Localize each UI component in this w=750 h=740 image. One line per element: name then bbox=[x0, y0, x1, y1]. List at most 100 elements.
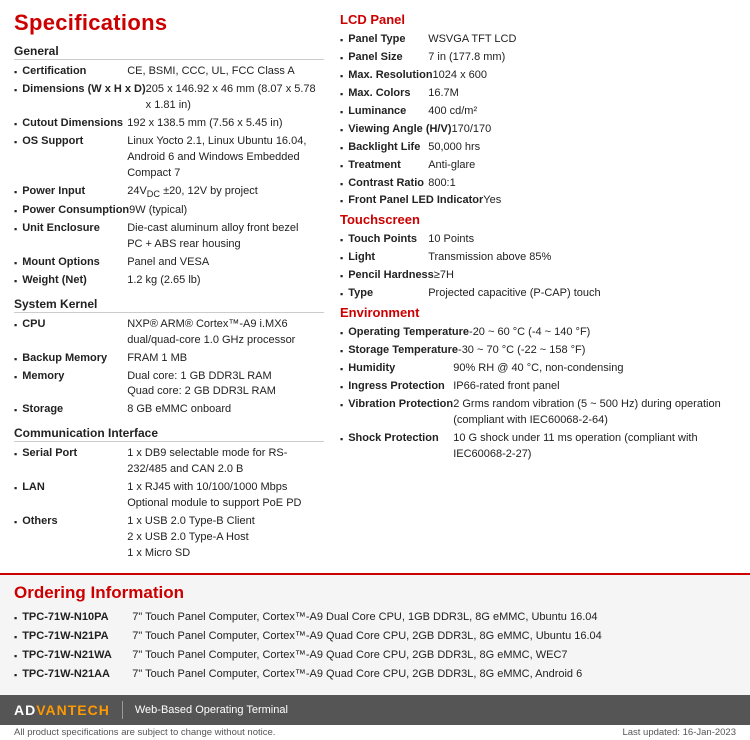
ordering-section: Ordering Information TPC-71W-N10PA 7" To… bbox=[0, 573, 750, 695]
list-item: Type Projected capacitive (P-CAP) touch bbox=[340, 285, 736, 303]
communication-heading: Communication Interface bbox=[14, 426, 324, 442]
lcd-panel-list: Panel Type WSVGA TFT LCD Panel Size 7 in… bbox=[340, 31, 736, 210]
footer-divider bbox=[122, 701, 123, 719]
list-item: Vibration Protection 2 Grms random vibra… bbox=[340, 396, 736, 430]
item-label: Front Panel LED Indicator bbox=[348, 193, 483, 209]
item-value: Projected capacitive (P-CAP) touch bbox=[428, 286, 736, 302]
item-value: -20 ~ 60 °C (-4 ~ 140 °F) bbox=[469, 325, 736, 341]
list-item: Mount Options Panel and VESA bbox=[14, 254, 324, 272]
footer-logo: ADVANTECH bbox=[14, 702, 110, 718]
item-value: Yes bbox=[483, 193, 736, 209]
item-label: Power Consumption bbox=[22, 203, 129, 219]
list-item: Serial Port 1 x DB9 selectable mode for … bbox=[14, 445, 324, 479]
footer-note-right: Last updated: 16-Jan-2023 bbox=[622, 727, 736, 738]
left-column: Specifications General Certification CE,… bbox=[14, 10, 324, 563]
general-list: Certification CE, BSMI, CCC, UL, FCC Cla… bbox=[14, 63, 324, 290]
item-label: Shock Protection bbox=[348, 431, 453, 447]
item-value: 10 G shock under 11 ms operation (compli… bbox=[453, 431, 736, 463]
item-label: Viewing Angle (H/V) bbox=[348, 122, 451, 138]
list-item: Backup Memory FRAM 1 MB bbox=[14, 350, 324, 368]
item-value: ≥7H bbox=[434, 268, 736, 284]
list-item: Dimensions (W x H x D) 205 x 146.92 x 46… bbox=[14, 81, 324, 115]
item-value: 24VDC ±20, 12V by project bbox=[127, 184, 324, 201]
list-item: Power Input 24VDC ±20, 12V by project bbox=[14, 183, 324, 202]
environment-list: Operating Temperature -20 ~ 60 °C (-4 ~ … bbox=[340, 324, 736, 464]
item-value: 170/170 bbox=[452, 122, 737, 138]
item-label: Max. Resolution bbox=[348, 68, 432, 84]
item-label: CPU bbox=[22, 317, 127, 333]
list-item: Certification CE, BSMI, CCC, UL, FCC Cla… bbox=[14, 63, 324, 81]
item-label: Max. Colors bbox=[348, 86, 428, 102]
page-title: Specifications bbox=[14, 10, 324, 36]
item-label: Ingress Protection bbox=[348, 379, 453, 395]
item-label: Memory bbox=[22, 369, 127, 385]
item-label: Weight (Net) bbox=[22, 273, 127, 289]
list-item: TPC-71W-N21PA 7" Touch Panel Computer, C… bbox=[14, 628, 736, 647]
footer: ADVANTECH Web-Based Operating Terminal bbox=[0, 695, 750, 725]
order-desc: 7" Touch Panel Computer, Cortex™-A9 Quad… bbox=[132, 629, 736, 645]
item-value: 1024 x 600 bbox=[433, 68, 736, 84]
list-item: Weight (Net) 1.2 kg (2.65 lb) bbox=[14, 272, 324, 290]
footer-note: All product specifications are subject t… bbox=[0, 725, 750, 740]
footer-note-left: All product specifications are subject t… bbox=[14, 727, 275, 738]
item-value: 16.7M bbox=[428, 86, 736, 102]
list-item: Ingress Protection IP66-rated front pane… bbox=[340, 378, 736, 396]
order-code: TPC-71W-N21AA bbox=[22, 667, 132, 683]
list-item: Contrast Ratio 800:1 bbox=[340, 175, 736, 193]
item-label: Certification bbox=[22, 64, 127, 80]
list-item: CPU NXP® ARM® Cortex™-A9 i.MX6 dual/quad… bbox=[14, 316, 324, 350]
item-value: WSVGA TFT LCD bbox=[428, 32, 736, 48]
list-item: LAN 1 x RJ45 with 10/100/1000 MbpsOption… bbox=[14, 479, 324, 513]
order-desc: 7" Touch Panel Computer, Cortex™-A9 Quad… bbox=[132, 667, 736, 683]
item-label: Mount Options bbox=[22, 255, 127, 271]
list-item: Front Panel LED Indicator Yes bbox=[340, 192, 736, 210]
list-item: Storage Temperature -30 ~ 70 °C (-22 ~ 1… bbox=[340, 342, 736, 360]
list-item: Pencil Hardness ≥7H bbox=[340, 267, 736, 285]
item-label: Storage bbox=[22, 402, 127, 418]
item-value: 90% RH @ 40 °C, non-condensing bbox=[453, 361, 736, 377]
list-item: Light Transmission above 85% bbox=[340, 249, 736, 267]
list-item: Shock Protection 10 G shock under 11 ms … bbox=[340, 430, 736, 464]
item-label: Power Input bbox=[22, 184, 127, 200]
item-value: 192 x 138.5 mm (7.56 x 5.45 in) bbox=[127, 116, 324, 132]
item-label: Panel Type bbox=[348, 32, 428, 48]
item-label: Vibration Protection bbox=[348, 397, 453, 413]
list-item: Max. Colors 16.7M bbox=[340, 85, 736, 103]
item-value: CE, BSMI, CCC, UL, FCC Class A bbox=[127, 64, 324, 80]
list-item: Touch Points 10 Points bbox=[340, 231, 736, 249]
environment-heading: Environment bbox=[340, 305, 736, 320]
item-label: Luminance bbox=[348, 104, 428, 120]
item-label: Serial Port bbox=[22, 446, 127, 462]
logo-antech: VANTECH bbox=[36, 702, 110, 718]
item-value: IP66-rated front panel bbox=[453, 379, 736, 395]
item-label: Light bbox=[348, 250, 428, 266]
item-label: Panel Size bbox=[348, 50, 428, 66]
list-item: Memory Dual core: 1 GB DDR3L RAMQuad cor… bbox=[14, 368, 324, 402]
item-value: 1 x DB9 selectable mode for RS-232/485 a… bbox=[127, 446, 324, 478]
list-item: Max. Resolution 1024 x 600 bbox=[340, 67, 736, 85]
touchscreen-list: Touch Points 10 Points Light Transmissio… bbox=[340, 231, 736, 303]
item-value: Panel and VESA bbox=[127, 255, 324, 271]
general-heading: General bbox=[14, 44, 324, 60]
order-code: TPC-71W-N21WA bbox=[22, 648, 132, 664]
item-value: 7 in (177.8 mm) bbox=[428, 50, 736, 66]
list-item: Panel Size 7 in (177.8 mm) bbox=[340, 49, 736, 67]
item-value: Transmission above 85% bbox=[428, 250, 736, 266]
item-label: Backlight Life bbox=[348, 140, 428, 156]
list-item: Power Consumption 9W (typical) bbox=[14, 202, 324, 220]
item-value: 10 Points bbox=[428, 232, 736, 248]
ordering-heading: Ordering Information bbox=[14, 583, 736, 603]
item-value: 1.2 kg (2.65 lb) bbox=[127, 273, 324, 289]
main-content: Specifications General Certification CE,… bbox=[0, 0, 750, 569]
list-item: Backlight Life 50,000 hrs bbox=[340, 139, 736, 157]
list-item: Panel Type WSVGA TFT LCD bbox=[340, 31, 736, 49]
footer-tagline: Web-Based Operating Terminal bbox=[135, 704, 288, 716]
item-label: Type bbox=[348, 286, 428, 302]
item-value: 8 GB eMMC onboard bbox=[127, 402, 324, 418]
lcd-panel-heading: LCD Panel bbox=[340, 12, 736, 27]
item-label: Unit Enclosure bbox=[22, 221, 127, 237]
item-value: 2 Grms random vibration (5 ~ 500 Hz) dur… bbox=[453, 397, 736, 429]
item-label: LAN bbox=[22, 480, 127, 496]
item-label: Storage Temperature bbox=[348, 343, 458, 359]
item-label: Cutout Dimensions bbox=[22, 116, 127, 132]
